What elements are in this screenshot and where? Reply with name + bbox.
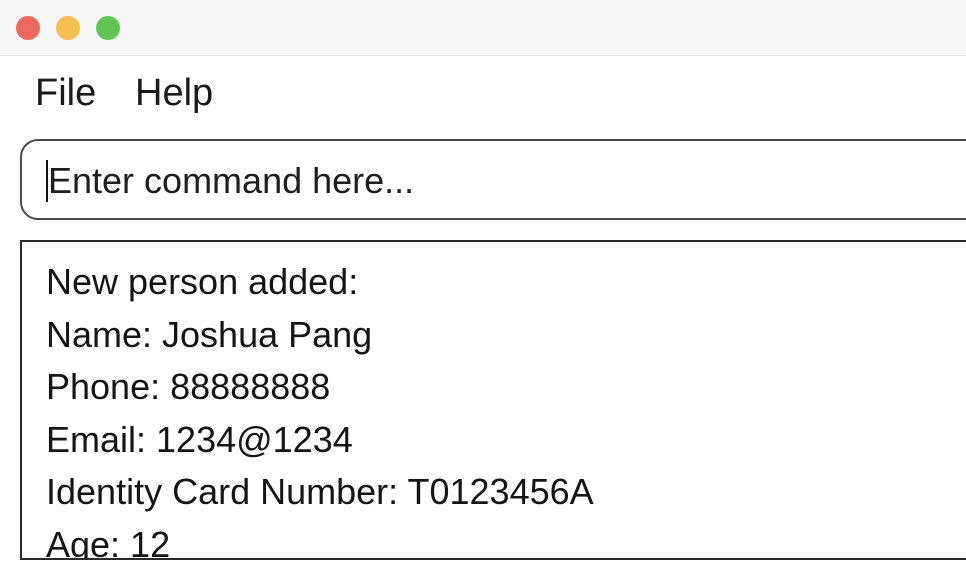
result-line-email: Email: 1234@1234 (46, 418, 353, 460)
menu-help[interactable]: Help (135, 71, 213, 115)
zoom-window-button[interactable] (96, 16, 120, 40)
result-line-phone: Phone: 88888888 (46, 366, 331, 407)
result-lines: New person added: Name: Joshua Pang Phon… (46, 256, 594, 560)
close-window-button[interactable] (16, 16, 40, 40)
result-line-ic-number: Identity Card Number: T0123456A (46, 471, 594, 512)
menu-bar: File Help (0, 57, 966, 129)
menu-file[interactable]: File (35, 71, 96, 115)
title-bar[interactable] (0, 0, 966, 56)
result-line-age: Age: 12 (46, 523, 171, 560)
app-window: File Help New person added: Name: Joshua… (0, 0, 966, 582)
result-line-name: Name: Joshua Pang (46, 313, 373, 355)
text-caret (46, 160, 48, 202)
command-box[interactable] (20, 139, 966, 220)
result-display[interactable]: New person added: Name: Joshua Pang Phon… (20, 240, 966, 560)
command-input[interactable] (48, 159, 948, 203)
minimize-window-button[interactable] (56, 16, 80, 40)
result-line-header: New person added: (46, 261, 359, 302)
